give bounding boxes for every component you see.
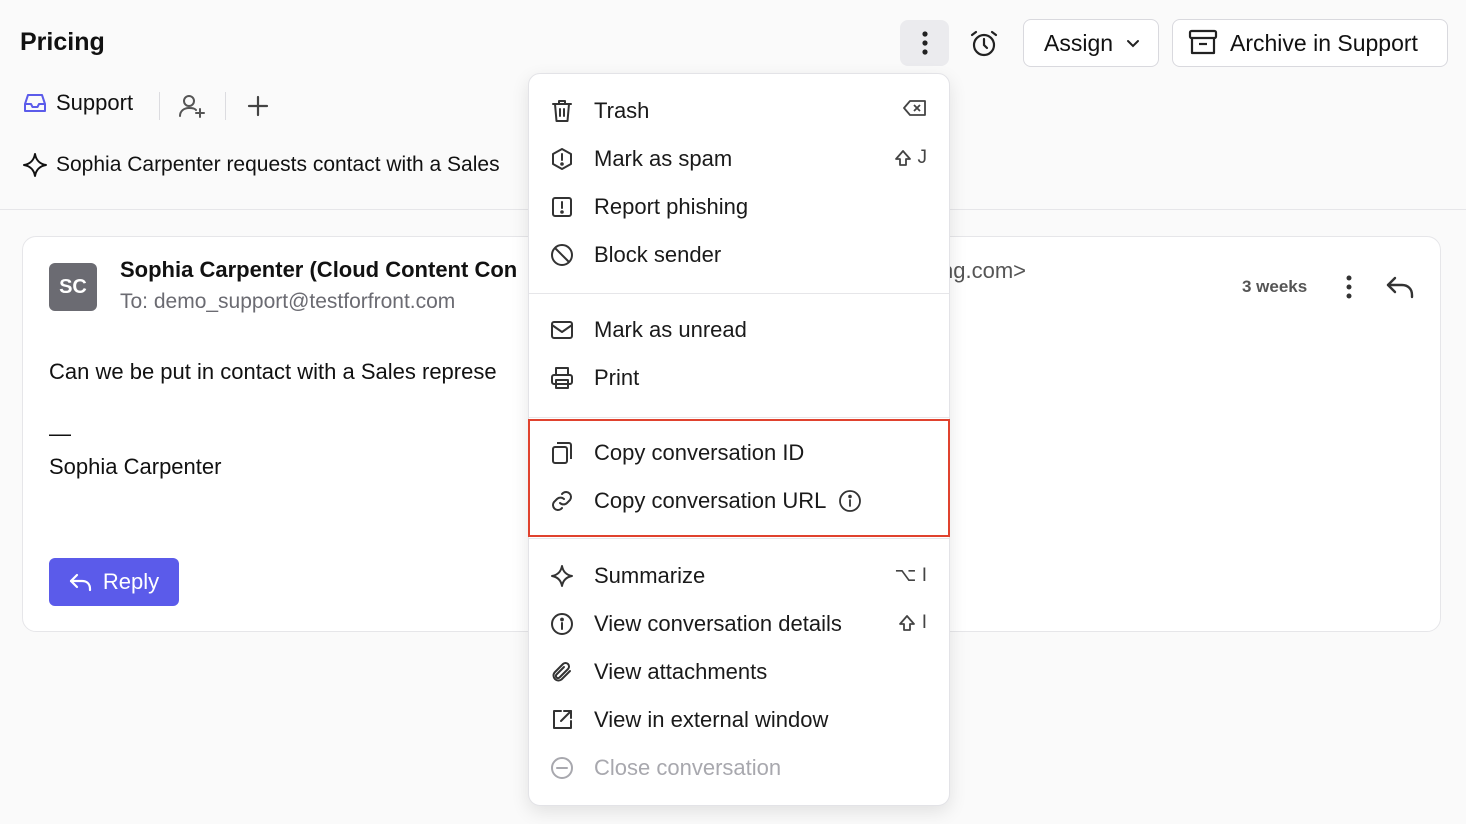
archive-button[interactable]: Archive in Support — [1172, 19, 1448, 67]
menu-item-label: Summarize — [594, 563, 706, 588]
signature-separator: — — [49, 421, 71, 446]
more-vertical-icon — [1346, 275, 1352, 299]
menu-item-label: Block sender — [594, 242, 722, 267]
assign-button[interactable]: Assign — [1023, 19, 1159, 67]
message-more-button[interactable] — [1335, 271, 1363, 303]
menu-item-label: Print — [594, 365, 640, 390]
message-body: Can we be put in contact with a Sales re… — [49, 359, 497, 384]
menu-item-label: View conversation details — [594, 611, 842, 636]
reply-button[interactable]: Reply — [49, 558, 179, 606]
menu-item-view-in-external-window[interactable]: View in external window — [529, 696, 949, 744]
spam-icon — [552, 148, 572, 170]
menu-item-label: Trash — [594, 98, 650, 123]
message-reply-button[interactable] — [1383, 271, 1417, 303]
add-teammate-button[interactable] — [176, 90, 208, 122]
archive-label: Archive in Support — [1230, 29, 1418, 56]
menu-item-mark-as-spam[interactable]: Mark as spam J — [529, 135, 949, 183]
signature-name: Sophia Carpenter — [49, 454, 222, 479]
phishing-icon — [552, 197, 572, 217]
page-title: Pricing — [20, 28, 105, 56]
info-icon — [551, 613, 573, 635]
assign-label: Assign — [1044, 29, 1114, 56]
menu-item-label: View in external window — [594, 707, 829, 732]
menu-item-label: Mark as spam — [594, 146, 733, 171]
sparkle-icon — [23, 153, 47, 177]
archive-box-icon — [1188, 29, 1218, 55]
message-timestamp: 3 weeks — [1242, 277, 1308, 296]
shortcut-key: J — [917, 147, 928, 168]
plus-icon — [247, 95, 269, 117]
menu-item-summarize[interactable]: Summarize ⌥ I — [529, 552, 949, 600]
menu-item-mark-as-unread[interactable]: Mark as unread — [529, 306, 949, 354]
delete-key-icon — [903, 100, 926, 116]
avatar: SC — [49, 263, 97, 311]
inbox-tag[interactable]: Support — [22, 90, 133, 116]
block-icon — [551, 244, 573, 266]
sparkle-icon — [551, 565, 573, 587]
sender-email: ng.com> — [941, 258, 1026, 283]
shift-key-icon — [894, 150, 911, 166]
inbox-label: Support — [56, 90, 134, 115]
menu-item-close-conversation: Close conversation — [529, 744, 949, 792]
reply-arrow-icon — [69, 573, 91, 592]
alarm-clock-icon — [970, 30, 998, 57]
envelope-icon — [551, 321, 573, 339]
menu-item-view-attachments[interactable]: View attachments — [529, 648, 949, 696]
inbox-icon — [24, 94, 46, 112]
menu-divider — [529, 417, 949, 418]
more-actions-menu: Trash Mark as spam J Report phishing Blo… — [528, 73, 950, 806]
menu-item-report-phishing[interactable]: Report phishing — [529, 183, 949, 231]
shortcut-key: ⌥ I — [894, 565, 927, 586]
divider — [225, 92, 226, 120]
more-actions-button[interactable] — [900, 20, 949, 66]
summary-text: Sophia Carpenter requests contact with a… — [56, 153, 500, 176]
menu-item-label: Close conversation — [594, 755, 782, 780]
reply-arrow-icon — [1386, 276, 1414, 299]
menu-item-label: Mark as unread — [594, 317, 747, 342]
recipient: To: demo_support@testforfront.com — [120, 290, 456, 313]
menu-divider — [529, 293, 949, 294]
ai-summary: Sophia Carpenter requests contact with a… — [22, 152, 500, 178]
chevron-down-icon — [1127, 40, 1140, 48]
paperclip-icon — [552, 661, 571, 682]
menu-item-label: Report phishing — [594, 194, 749, 219]
add-tag-button[interactable] — [242, 90, 274, 122]
shortcut-key: I — [921, 612, 927, 633]
reply-label: Reply — [102, 569, 160, 594]
close-conversation-icon — [551, 757, 573, 779]
divider — [159, 92, 160, 120]
menu-item-block-sender[interactable]: Block sender — [529, 231, 949, 279]
menu-item-view-conversation-details[interactable]: View conversation details I — [529, 600, 949, 648]
highlight-box — [528, 419, 950, 537]
snooze-button[interactable] — [962, 22, 1006, 66]
trash-icon — [552, 100, 572, 122]
add-user-icon — [179, 95, 205, 118]
menu-item-label: View attachments — [594, 659, 768, 684]
more-vertical-icon — [921, 31, 928, 55]
menu-item-trash[interactable]: Trash — [529, 87, 949, 135]
external-window-icon — [553, 710, 572, 729]
shift-key-icon — [898, 615, 915, 631]
menu-divider — [529, 538, 949, 539]
printer-icon — [551, 367, 573, 389]
menu-item-print[interactable]: Print — [529, 354, 949, 402]
sender-name: Sophia Carpenter (Cloud Content Con — [120, 257, 518, 282]
